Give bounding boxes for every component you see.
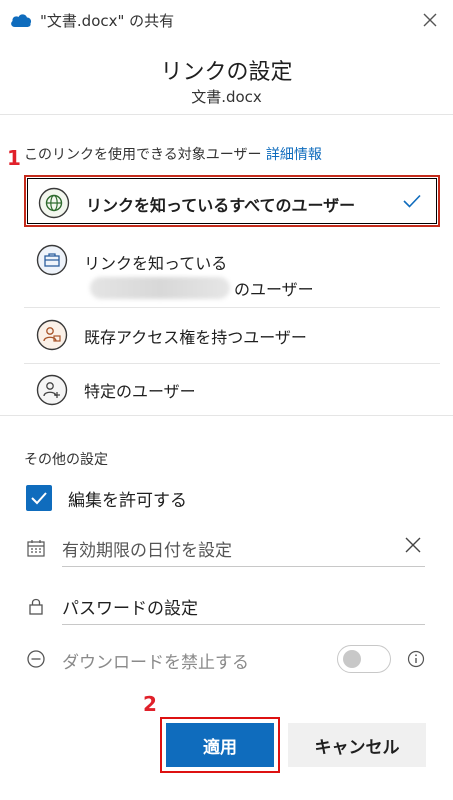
toggle-knob bbox=[343, 650, 361, 668]
title-bar: "文書.docx" の共有 bbox=[0, 0, 453, 38]
onedrive-cloud-icon bbox=[11, 14, 32, 27]
option-anyone-with-link[interactable]: リンクを知っているすべてのユーザー bbox=[24, 175, 440, 227]
file-name: 文書.docx bbox=[191, 88, 262, 106]
expiration-date-placeholder: 有効期限の日付を設定 bbox=[62, 541, 232, 561]
block-download-label: ダウンロードを禁止する bbox=[62, 653, 249, 673]
checkmark-icon bbox=[403, 194, 421, 208]
redacted-organization-name bbox=[90, 277, 230, 299]
divider bbox=[0, 114, 453, 115]
audience-label: このリンクを使用できる対象ユーザー 詳細情報 bbox=[24, 144, 322, 164]
cancel-button[interactable]: キャンセル bbox=[288, 723, 426, 767]
divider bbox=[0, 415, 453, 416]
option-people-in-org[interactable]: リンクを知っている のユーザー bbox=[24, 237, 440, 299]
calendar-icon bbox=[27, 540, 45, 557]
specific-people-icon bbox=[36, 374, 68, 406]
annotation-step-2: 2 bbox=[143, 692, 157, 716]
checkmark-icon bbox=[31, 492, 47, 505]
block-download-toggle[interactable] bbox=[337, 645, 391, 673]
option-existing-access[interactable]: 既存アクセス権を持つユーザー bbox=[24, 308, 440, 362]
option-label: リンクを知っているすべてのユーザー bbox=[86, 196, 356, 215]
close-icon[interactable] bbox=[418, 8, 442, 32]
option-label-line1: リンクを知っている bbox=[84, 254, 228, 273]
option-label-line2: のユーザー bbox=[234, 280, 314, 299]
password-field[interactable]: パスワードの設定 bbox=[24, 585, 425, 625]
existing-access-icon bbox=[36, 319, 68, 351]
option-label: 特定のユーザー bbox=[84, 382, 196, 401]
lock-icon bbox=[29, 598, 43, 615]
expiration-date-field[interactable]: 有効期限の日付を設定 bbox=[24, 527, 425, 567]
page-title: リンクの設定 bbox=[160, 60, 293, 85]
block-download-row: ダウンロードを禁止する bbox=[24, 643, 429, 677]
allow-edit-label: 編集を許可する bbox=[68, 491, 187, 511]
field-underline bbox=[62, 624, 425, 625]
annotation-step-1: 1 bbox=[7, 146, 21, 170]
password-placeholder: パスワードの設定 bbox=[62, 599, 198, 619]
option-label: 既存アクセス権を持つユーザー bbox=[84, 328, 307, 347]
option-specific-people[interactable]: 特定のユーザー bbox=[24, 364, 440, 414]
other-settings-label: その他の設定 bbox=[24, 452, 108, 468]
audience-label-text: このリンクを使用できる対象ユーザー bbox=[24, 147, 262, 163]
block-icon bbox=[27, 650, 45, 668]
allow-edit-checkbox[interactable] bbox=[26, 485, 52, 511]
organization-icon bbox=[36, 244, 68, 276]
clear-icon[interactable] bbox=[403, 535, 423, 555]
window-title: "文書.docx" の共有 bbox=[40, 12, 175, 30]
apply-button[interactable]: 適用 bbox=[166, 723, 274, 767]
field-underline bbox=[62, 566, 425, 567]
globe-icon bbox=[38, 187, 70, 219]
info-icon[interactable] bbox=[407, 650, 425, 668]
details-link[interactable]: 詳細情報 bbox=[266, 147, 322, 163]
